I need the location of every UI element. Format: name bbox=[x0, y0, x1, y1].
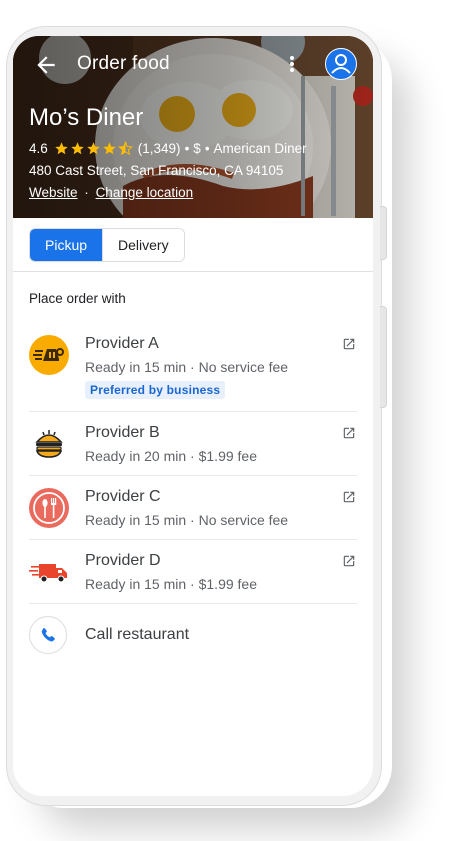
fork-spoon-icon bbox=[29, 488, 69, 528]
provider-item-a[interactable]: Provider A Ready in 15 min · No service … bbox=[29, 335, 357, 405]
top-app-bar: Order food bbox=[13, 48, 373, 82]
divider bbox=[29, 603, 357, 604]
rating-row: 4.6 (1,349) • $ • American Diner bbox=[29, 141, 307, 156]
section-heading: Place order with bbox=[29, 291, 126, 306]
star-icon bbox=[87, 142, 100, 155]
hero-image: Order food Mo’s Diner 4.6 (1,349) • $ • … bbox=[13, 36, 373, 218]
provider-item-b[interactable]: Provider B Ready in 20 min · $1.99 fee bbox=[29, 424, 357, 472]
phone-icon bbox=[29, 616, 67, 654]
provider-detail: Ready in 20 min · $1.99 fee bbox=[85, 448, 257, 464]
provider-detail: Ready in 15 min · $1.99 fee bbox=[85, 576, 257, 592]
website-link[interactable]: Website bbox=[29, 185, 78, 200]
delivery-tab[interactable]: Delivery bbox=[102, 229, 184, 261]
restaurant-links: Website · Change location bbox=[29, 185, 193, 200]
screen: Order food Mo’s Diner 4.6 (1,349) • $ • … bbox=[13, 36, 373, 796]
star-rating bbox=[54, 141, 134, 156]
review-count[interactable]: (1,349) bbox=[138, 141, 181, 156]
side-button bbox=[380, 206, 387, 260]
preferred-badge: Preferred by business bbox=[85, 381, 226, 399]
star-icon bbox=[55, 142, 68, 155]
price-level: $ bbox=[193, 141, 201, 156]
provider-name: Provider D bbox=[85, 552, 161, 569]
account-circle-icon[interactable] bbox=[325, 48, 357, 80]
star-icon bbox=[71, 142, 84, 155]
provider-name: Provider A bbox=[85, 335, 159, 352]
call-label: Call restaurant bbox=[85, 626, 190, 643]
page-title: Order food bbox=[77, 53, 170, 74]
divider bbox=[29, 411, 357, 412]
more-vert-icon[interactable] bbox=[287, 54, 297, 76]
open-in-new-icon[interactable] bbox=[342, 426, 356, 440]
divider bbox=[29, 475, 357, 476]
open-in-new-icon[interactable] bbox=[342, 490, 356, 504]
delivery-truck-icon bbox=[29, 552, 69, 592]
provider-detail: Ready in 15 min · No service fee bbox=[85, 512, 289, 528]
pickup-tab[interactable]: Pickup bbox=[30, 229, 103, 261]
side-button bbox=[380, 306, 387, 408]
call-restaurant-button[interactable]: Call restaurant bbox=[29, 616, 357, 656]
divider bbox=[29, 539, 357, 540]
star-icon bbox=[103, 142, 116, 155]
provider-item-c[interactable]: Provider C Ready in 15 min · No service … bbox=[29, 488, 357, 536]
separator: • bbox=[204, 141, 210, 156]
divider bbox=[13, 271, 373, 272]
cuisine-category: American Diner bbox=[213, 141, 307, 156]
fast-food-icon bbox=[29, 335, 69, 375]
restaurant-name: Mo’s Diner bbox=[29, 104, 144, 131]
provider-detail: Ready in 15 min · No service fee bbox=[85, 359, 289, 375]
provider-item-d[interactable]: Provider D Ready in 15 min · $1.99 fee bbox=[29, 552, 357, 600]
arrow-back-icon[interactable] bbox=[33, 52, 59, 78]
provider-name: Provider C bbox=[85, 488, 161, 505]
open-in-new-icon[interactable] bbox=[342, 337, 356, 351]
pickup-delivery-toggle: Pickup Delivery bbox=[29, 228, 185, 262]
open-in-new-icon[interactable] bbox=[342, 554, 356, 568]
provider-name: Provider B bbox=[85, 424, 160, 441]
star-half-icon bbox=[117, 141, 133, 156]
separator: · bbox=[84, 185, 89, 200]
restaurant-address: 480 Cast Street, San Francisco, CA 94105 bbox=[29, 163, 284, 178]
rating-value: 4.6 bbox=[29, 141, 48, 156]
change-location-link[interactable]: Change location bbox=[96, 185, 194, 200]
burger-icon bbox=[29, 424, 69, 464]
separator: • bbox=[184, 141, 190, 156]
